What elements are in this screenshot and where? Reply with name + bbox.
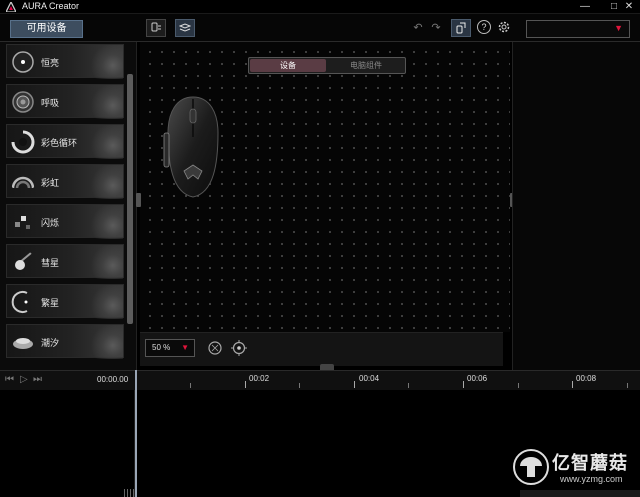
comet-icon: [15, 252, 32, 270]
watermark-text: 亿智蘑菇: [552, 453, 628, 473]
timeline-scrollbar[interactable]: [520, 490, 640, 497]
static-icon: [12, 51, 34, 73]
effects-scrollbar[interactable]: [127, 74, 133, 324]
effect-item-color-cycle[interactable]: 彩色循环: [6, 124, 124, 159]
ruler-tick: [408, 383, 409, 388]
color-cycle-icon: [11, 130, 35, 154]
ruler-tick: [245, 381, 246, 388]
profile-dropdown[interactable]: ▼: [526, 20, 630, 38]
effect-label: 闪烁: [41, 218, 60, 228]
ruler-tick: [627, 383, 628, 388]
gaming-mouse-device[interactable]: [162, 95, 224, 199]
redo-icon[interactable]: ↷: [428, 20, 444, 36]
effect-item-tide[interactable]: 潮汐: [6, 324, 124, 359]
layers-icon: [179, 23, 191, 32]
zoom-value: 50 %: [152, 343, 171, 352]
help-icon[interactable]: ?: [477, 20, 491, 34]
view-tabs: 设备 电脑组件: [248, 57, 406, 74]
device-sync-icon: [151, 22, 161, 32]
ruler-tick: [190, 383, 191, 388]
effect-label: 彩虹: [41, 178, 60, 188]
timeline-header: [0, 370, 640, 390]
effect-item-rainbow[interactable]: 彩虹: [6, 164, 124, 199]
effect-label: 恒亮: [41, 58, 60, 68]
ruler-label: 00:08: [576, 374, 597, 383]
fit-view-icon[interactable]: [207, 340, 223, 356]
settings-icon[interactable]: [497, 20, 511, 34]
starry-icon: [11, 291, 28, 313]
device-sync-button[interactable]: [146, 19, 166, 37]
properties-panel: [512, 42, 640, 370]
left-panel-handle[interactable]: [136, 193, 141, 207]
ruler-tick: [354, 381, 355, 388]
tide-icon: [13, 338, 33, 349]
chevron-down-icon: ▼: [181, 343, 189, 352]
effect-label: 彗星: [41, 258, 60, 268]
chevron-down-icon: ▼: [614, 23, 623, 33]
undo-icon[interactable]: ↶: [410, 20, 426, 36]
effect-item-comet[interactable]: 彗星: [6, 244, 124, 279]
ruler-label: 00:04: [359, 374, 380, 383]
effect-label: 呼吸: [41, 98, 60, 108]
skip-start-icon[interactable]: ⏮: [5, 374, 14, 386]
device-view-icon: [456, 22, 466, 34]
effect-item-breathing[interactable]: 呼吸: [6, 84, 124, 119]
available-devices-button[interactable]: 可用设备: [10, 20, 83, 38]
aura-logo-icon: [6, 2, 16, 12]
close-button[interactable]: ✕: [618, 0, 640, 14]
ruler-label: 00:02: [249, 374, 270, 383]
effect-item-starry[interactable]: 繁星: [6, 284, 124, 319]
effect-item-strobe[interactable]: 闪烁: [6, 204, 124, 239]
rainbow-icon: [11, 176, 35, 189]
effects-panel: 恒亮 呼吸 彩色循环 彩虹 闪烁 彗星 繁星 潮汐: [0, 42, 137, 370]
resize-grip-icon[interactable]: [124, 489, 134, 497]
effect-item-static[interactable]: 恒亮: [6, 44, 124, 79]
current-time: 00:00.00: [97, 375, 129, 384]
ruler-tick: [518, 383, 519, 388]
minimize-button[interactable]: —: [574, 0, 596, 14]
center-target-icon[interactable]: [231, 340, 247, 356]
watermark-logo-icon: [513, 449, 549, 485]
ruler-tick: [572, 381, 573, 388]
title-bar: AURA Creator — □ ✕: [0, 0, 640, 14]
watermark-url: www.yzmg.com: [560, 474, 623, 484]
tab-device[interactable]: 设备: [250, 59, 326, 72]
ruler-tick: [463, 381, 464, 388]
device-view-button[interactable]: [451, 19, 471, 37]
effect-label: 繁星: [41, 298, 60, 308]
playhead[interactable]: [135, 370, 137, 497]
tab-pc-components[interactable]: 电脑组件: [329, 59, 403, 72]
timeline-tracks-list: [0, 390, 135, 497]
ruler-tick: [299, 383, 300, 388]
play-icon[interactable]: ▷: [20, 374, 28, 386]
effect-label: 彩色循环: [41, 138, 78, 148]
effect-label: 潮汐: [41, 338, 60, 348]
breathing-icon: [12, 91, 34, 113]
strobe-icon: [15, 216, 30, 229]
skip-end-icon[interactable]: ⏭: [33, 374, 42, 386]
ruler-label: 00:06: [467, 374, 488, 383]
app-title: AURA Creator: [22, 1, 80, 11]
zoom-dropdown[interactable]: 50 % ▼: [145, 339, 195, 357]
layers-button[interactable]: [175, 19, 195, 37]
toolbar: 可用设备 ↶ ↷ ? ▼: [0, 14, 640, 42]
